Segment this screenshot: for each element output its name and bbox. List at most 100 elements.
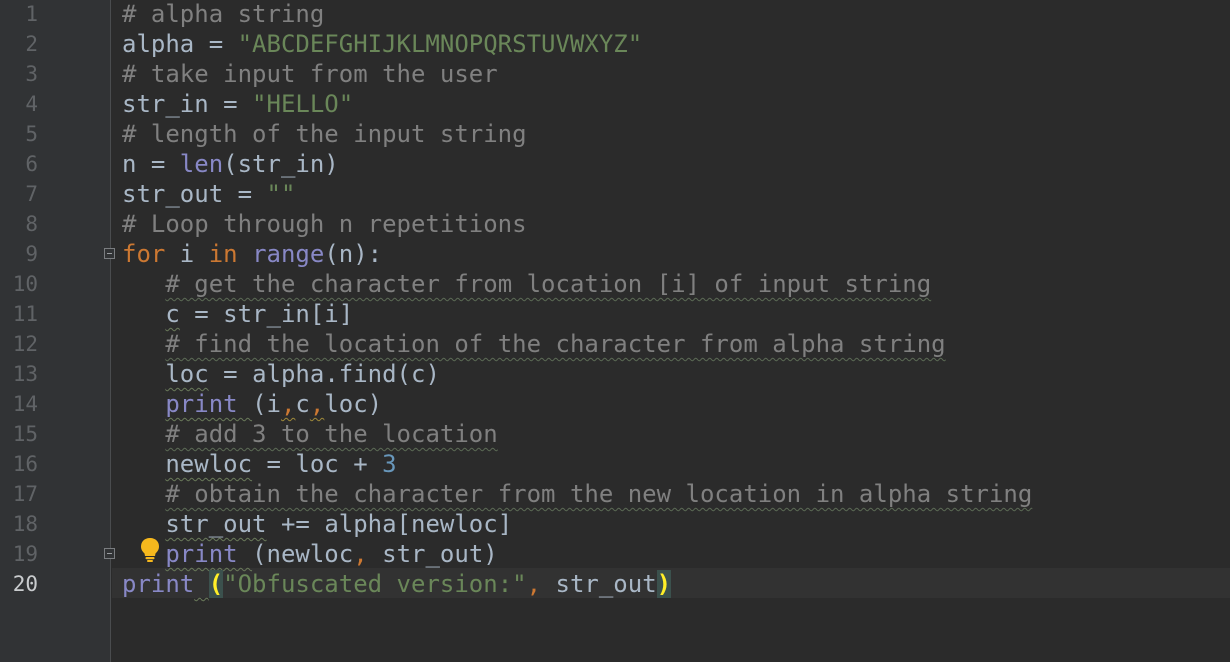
code-token: # get the character from location [i] of… [165,270,932,298]
line-number: 10 [12,272,38,296]
code-line[interactable]: # obtain the character from the new loca… [122,479,1032,509]
line-number: 8 [25,212,38,236]
line-number: 11 [12,302,38,326]
code-token: range [252,240,325,268]
line-number: 18 [12,512,38,536]
code-token: = alpha.find(c) [208,360,440,388]
code-token: = loc + [252,450,383,478]
line-number: 14 [12,392,38,416]
code-line[interactable]: newloc = loc + 3 [122,449,397,479]
line-number: 15 [12,422,38,446]
line-number: 1 [25,2,38,26]
code-line[interactable]: # length of the input string [122,119,527,149]
code-line[interactable]: str_in = "HELLO" [122,89,353,119]
code-token: str_out = [122,180,267,208]
line-number: 6 [25,152,38,176]
line-number: 13 [12,362,38,386]
code-token: alpha = [122,30,238,58]
line-number: 4 [25,92,38,116]
code-token: 3 [382,450,397,478]
code-token: "Obfuscated version:" [223,570,527,598]
code-token: loc [165,360,209,388]
code-token: (newloc [252,540,354,568]
code-line[interactable]: # add 3 to the location [122,419,498,449]
code-token: ) [656,570,672,598]
code-token: # alpha string [122,0,325,28]
code-token: "ABCDEFGHIJKLMNOPQRSTUVWXYZ" [237,30,643,58]
line-number: 16 [12,452,38,476]
code-token: , [280,390,296,418]
code-token: # Loop through n repetitions [122,210,527,238]
line-number: 20 [12,572,38,596]
line-number: 3 [25,62,38,86]
code-token: , [353,540,368,568]
code-token: str_out [165,510,267,538]
code-token: , [309,390,325,418]
code-token: , [526,570,542,598]
code-token: (i [252,390,281,418]
code-token: # take input from the user [122,60,498,88]
code-token: # add 3 to the location [165,420,498,448]
code-token: # find the location of the character fro… [165,330,946,358]
line-number: 5 [25,122,38,146]
fold-marker-icon[interactable] [104,548,115,559]
code-token: len [179,150,224,178]
line-number: 2 [25,32,38,56]
code-token: i [165,240,209,268]
code-line[interactable]: print (newloc, str_out) [122,539,498,569]
code-token: print [165,540,253,568]
code-line[interactable]: print ("Obfuscated version:", str_out) [122,569,672,599]
code-token: (n): [324,240,383,268]
line-number: 7 [25,182,38,206]
code-token: # length of the input string [122,120,527,148]
code-token: str_out [541,570,657,598]
fold-marker-icon[interactable] [104,248,115,259]
code-line[interactable]: c = str_in[i] [122,299,353,329]
code-token: for [122,240,166,268]
code-token: (str_in) [223,150,339,178]
code-line[interactable]: # take input from the user [122,59,498,89]
code-line[interactable]: str_out = "" [122,179,295,209]
code-line[interactable]: print (i,c,loc) [122,389,382,419]
code-line[interactable]: n = len(str_in) [122,149,339,179]
code-token: str_in = [122,90,253,118]
code-line[interactable]: # get the character from location [i] of… [122,269,931,299]
code-line[interactable]: for i in range(n): [122,239,382,269]
code-line[interactable]: alpha = "ABCDEFGHIJKLMNOPQRSTUVWXYZ" [122,29,642,59]
code-line[interactable]: # Loop through n repetitions [122,209,527,239]
code-token: in [208,240,238,268]
code-line[interactable]: loc = alpha.find(c) [122,359,440,389]
code-token: "" [266,180,296,208]
line-number: 12 [12,332,38,356]
code-token: n = [122,150,180,178]
code-token: print [122,570,195,598]
code-token: += alpha[newloc] [266,510,513,538]
code-token: print [165,390,253,418]
line-number: 19 [12,542,38,566]
code-line[interactable]: # alpha string [122,0,324,29]
line-number: 9 [25,242,38,266]
code-token: loc) [324,390,383,418]
code-editor[interactable]: 1 2 3 4 5 6 7 8 9 10 11 12 13 14 15 16 17 18 19 20 # alpha … [0,0,1230,662]
line-number-gutter: 1 2 3 4 5 6 7 8 9 10 11 12 13 14 15 16 17 18 19 20 [0,0,111,662]
code-token: # obtain the character from the new loca… [165,480,1033,508]
line-number: 17 [12,482,38,506]
code-token: ( [208,570,224,598]
code-token: str_out) [367,540,498,568]
code-token: "HELLO" [252,90,354,118]
code-token: c [295,390,310,418]
code-token: c [165,300,180,328]
code-token: = str_in[i] [179,300,354,328]
code-line[interactable]: # find the location of the character fro… [122,329,946,359]
code-line[interactable]: str_out += alpha[newloc] [122,509,512,539]
